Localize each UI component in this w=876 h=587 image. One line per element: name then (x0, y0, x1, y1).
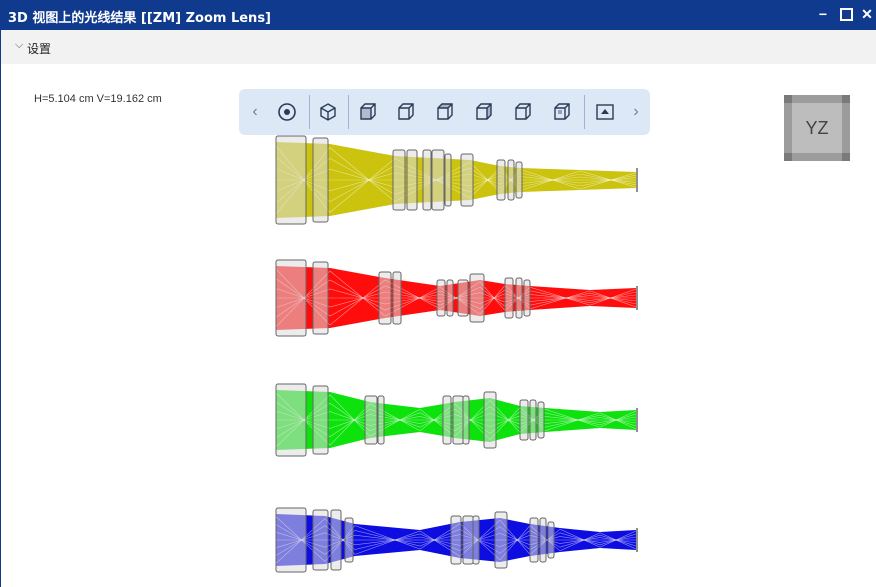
lens-element (330, 509, 342, 571)
lens-element (431, 149, 445, 211)
lens-element (469, 273, 485, 323)
view-cube-corner[interactable] (842, 95, 850, 103)
lens-element (377, 395, 385, 445)
right-view-button[interactable] (473, 101, 495, 123)
lens-element (539, 517, 547, 563)
lens-element (312, 137, 329, 223)
lens-element (537, 401, 545, 439)
lens-element (462, 515, 474, 565)
top-view-button[interactable] (434, 101, 456, 123)
toolbar-next-button[interactable]: › (628, 101, 644, 123)
bottom-view-icon (515, 103, 531, 120)
front-view-button[interactable] (357, 101, 379, 123)
lens-element (529, 399, 537, 441)
lens-element (507, 159, 515, 201)
lens-element (457, 279, 469, 317)
back-view-button[interactable] (551, 101, 573, 123)
lens-element (523, 279, 531, 317)
lens-element (275, 507, 307, 573)
lens-element (446, 279, 454, 317)
view-toolbar: ‹ › (239, 89, 650, 135)
lens-element (422, 149, 432, 211)
lens-element (444, 153, 452, 207)
front-view-icon (360, 103, 376, 120)
toolbar-separator (584, 95, 585, 129)
toolbar-separator (309, 95, 310, 129)
lens-element (392, 271, 402, 325)
lens-element (450, 515, 462, 565)
lens-element (462, 395, 470, 445)
back-view-icon (554, 103, 570, 120)
lens-element (483, 391, 497, 449)
toolbar-prev-button[interactable]: ‹ (247, 101, 263, 123)
lens-element (364, 395, 378, 445)
lens-element (515, 161, 523, 199)
lens-element (442, 395, 452, 445)
isometric-view-button[interactable] (317, 101, 339, 123)
lens-element (275, 135, 307, 225)
left-view-icon (398, 103, 414, 120)
lens-element (472, 515, 480, 565)
lens-element (378, 271, 392, 325)
lens-element (504, 277, 514, 319)
isometric-cube-icon (320, 103, 336, 121)
lens-element (452, 395, 464, 445)
right-view-icon (476, 103, 492, 120)
toolbar-separator (348, 95, 349, 129)
lens-element (344, 517, 354, 563)
view-cube-corner[interactable] (842, 153, 850, 161)
lens-element (494, 511, 508, 569)
view-cube-corner[interactable] (784, 153, 792, 161)
configuration-3 (275, 383, 638, 457)
lens-element (312, 385, 329, 455)
lens-element (312, 509, 329, 571)
configuration-2 (275, 259, 638, 337)
reset-view-button[interactable] (276, 101, 298, 123)
lens-element (392, 149, 406, 211)
view-cube-corner[interactable] (784, 95, 792, 103)
bottom-view-button[interactable] (512, 101, 534, 123)
lens-element (460, 153, 474, 207)
lens-element (275, 383, 307, 457)
lens-element (519, 399, 529, 441)
export-button[interactable] (594, 101, 616, 123)
lens-element (436, 279, 446, 317)
view-cube-label[interactable]: YZ (792, 103, 842, 153)
lens-element (529, 517, 539, 563)
lens-element (275, 259, 307, 337)
configuration-1 (275, 135, 638, 225)
top-view-icon (437, 103, 453, 120)
lens-element (406, 149, 418, 211)
lens-element (547, 521, 555, 559)
reset-view-icon (278, 103, 296, 121)
view-cube[interactable]: YZ (784, 95, 850, 161)
left-view-button[interactable] (395, 101, 417, 123)
dimensions-readout: H=5.104 cm V=19.162 cm (34, 93, 162, 105)
lens-element (496, 159, 506, 201)
lens-element (312, 261, 329, 335)
lens-element (515, 277, 523, 319)
configuration-4 (275, 507, 638, 573)
export-icon (596, 104, 614, 120)
